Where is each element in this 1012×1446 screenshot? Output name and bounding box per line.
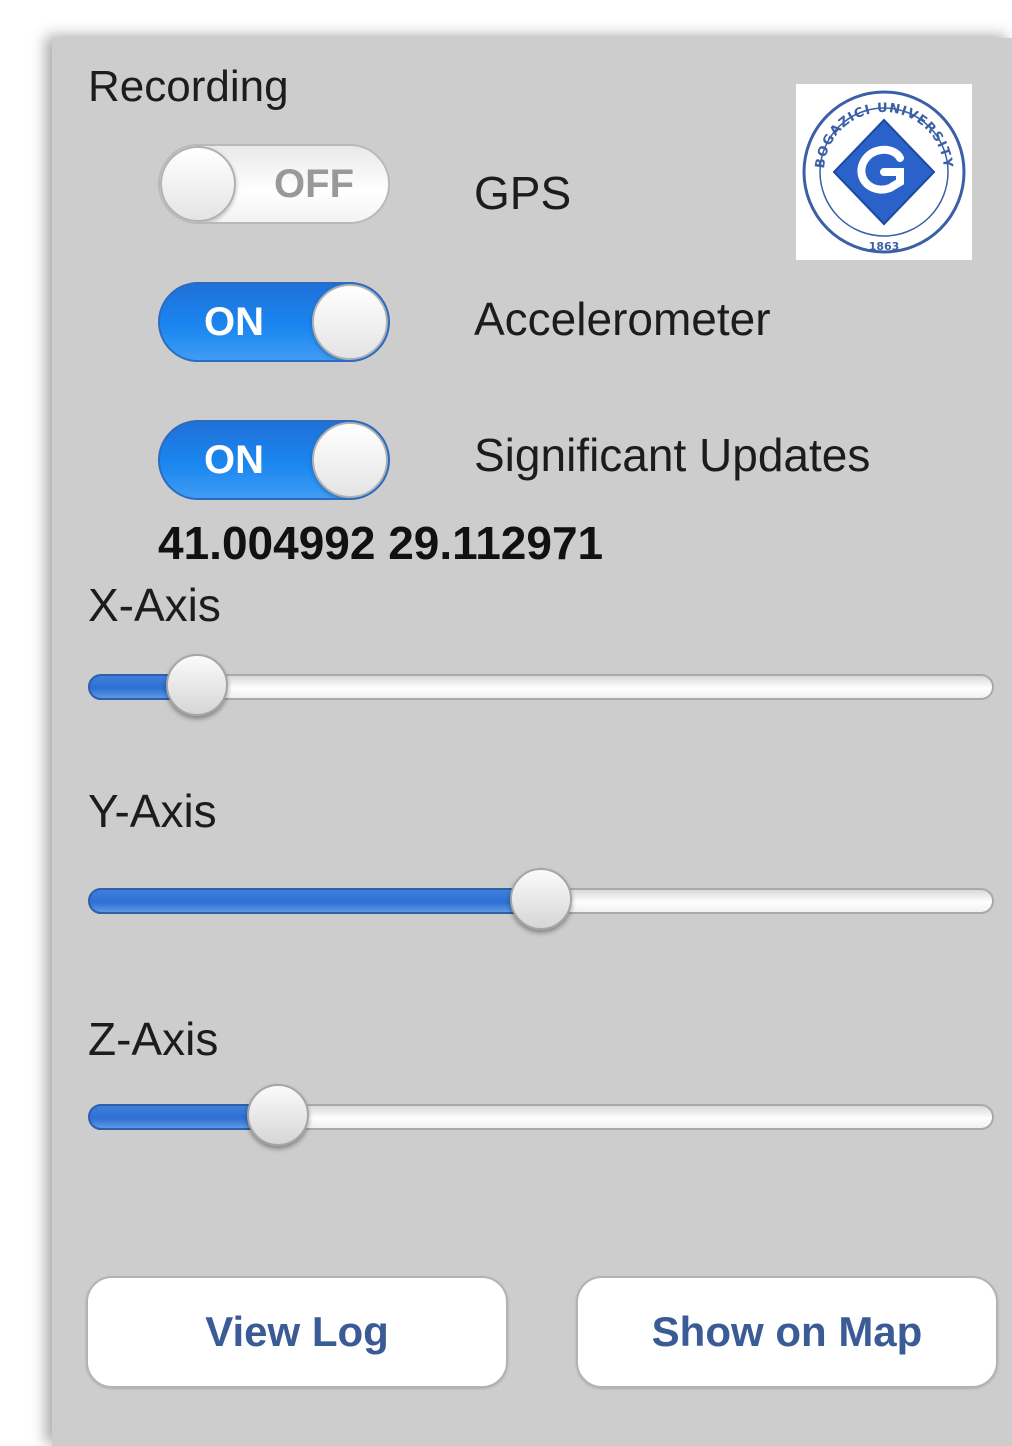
significant-updates-label: Significant Updates [474, 429, 871, 481]
significant-updates-toggle-state: ON [204, 438, 264, 482]
university-logo: BOGAZICI UNIVERSITY 1863 [796, 84, 972, 260]
z-axis-label: Z-Axis [88, 1013, 219, 1065]
significant-updates-toggle-knob [312, 422, 388, 498]
university-seal-icon: BOGAZICI UNIVERSITY 1863 [802, 90, 966, 254]
gps-coordinates: 41.004992 29.112971 [158, 517, 604, 569]
gps-toggle-knob [160, 146, 236, 222]
x-axis-slider-thumb[interactable] [166, 654, 228, 716]
significant-updates-toggle[interactable]: ON [158, 420, 390, 500]
y-axis-slider-thumb[interactable] [510, 868, 572, 930]
y-axis-slider-fill [88, 888, 541, 914]
gps-label: GPS [474, 167, 572, 219]
x-axis-slider[interactable] [88, 654, 994, 716]
view-log-button[interactable]: View Log [86, 1276, 508, 1388]
gps-toggle-state: OFF [274, 162, 354, 206]
y-axis-slider[interactable] [88, 868, 994, 930]
x-axis-label: X-Axis [88, 579, 221, 631]
accelerometer-toggle-knob [312, 284, 388, 360]
accelerometer-toggle[interactable]: ON [158, 282, 390, 362]
show-on-map-button[interactable]: Show on Map [576, 1276, 998, 1388]
recording-title: Recording [88, 62, 289, 111]
logo-year: 1863 [869, 240, 900, 253]
z-axis-slider[interactable] [88, 1084, 994, 1146]
y-axis-label: Y-Axis [88, 785, 217, 837]
gps-toggle[interactable]: OFF [158, 144, 390, 224]
z-axis-slider-thumb[interactable] [247, 1084, 309, 1146]
accelerometer-toggle-state: ON [204, 300, 264, 344]
accelerometer-label: Accelerometer [474, 293, 771, 345]
